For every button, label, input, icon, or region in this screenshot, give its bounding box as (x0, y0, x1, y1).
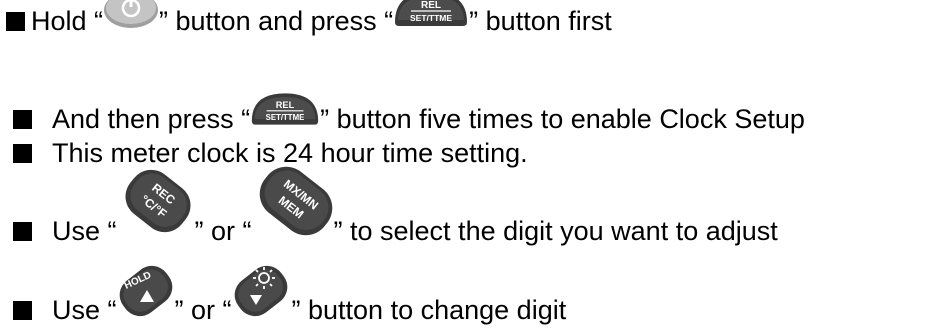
bullet-square (13, 144, 32, 163)
instruction-line-5: Use “ HOLD ” or “ ” button to change dig… (13, 265, 567, 325)
set-ttme-label: SET/TTME (410, 13, 452, 23)
line-2-suffix: ” button five times to enable Clock Setu… (320, 104, 805, 134)
instruction-line-4: Use “ REC °C/°F ” or “ MX/MN MEM ” to se… (13, 166, 778, 246)
instruction-line-2: And then press “ REL SET/TTME ” button f… (13, 92, 805, 134)
power-button-icon (103, 0, 159, 29)
rec-cf-button-icon: REC °C/°F (113, 164, 203, 238)
bullet-square (13, 110, 32, 129)
line-5-middle: ” or “ (174, 295, 232, 325)
line-1-middle: ” button and press “ (159, 6, 394, 36)
bullet-square (6, 12, 25, 31)
line-1-suffix: ” button first (469, 6, 612, 36)
mxmn-mem-button-icon: MX/MN MEM (248, 163, 344, 239)
line-4-middle: ” or “ (194, 216, 252, 246)
bullet-square (13, 222, 32, 241)
rel-label: REL (276, 100, 295, 110)
rel-label: REL (421, 0, 441, 11)
line-5-prefix: Use “ (52, 295, 117, 325)
bullet-square (13, 301, 32, 320)
rel-set-ttme-button-icon: REL SET/TTME (250, 89, 320, 129)
line-2-prefix: And then press “ (52, 104, 251, 134)
hold-up-button-icon: HOLD (111, 261, 181, 321)
instruction-line-1: Hold “ ” button and press “ REL SET/TTME… (6, 0, 612, 36)
line-4-suffix: ” to select the digit you want to adjust (333, 216, 778, 246)
line-1-prefix: Hold “ (31, 6, 104, 36)
backlight-down-button-icon (226, 261, 296, 321)
line-5-suffix: ” button to change digit (291, 295, 567, 325)
line-4-prefix: Use “ (52, 216, 117, 246)
rel-set-ttme-button-icon: REL SET/TTME (393, 0, 469, 30)
set-ttme-label: SET/TTME (266, 113, 305, 122)
